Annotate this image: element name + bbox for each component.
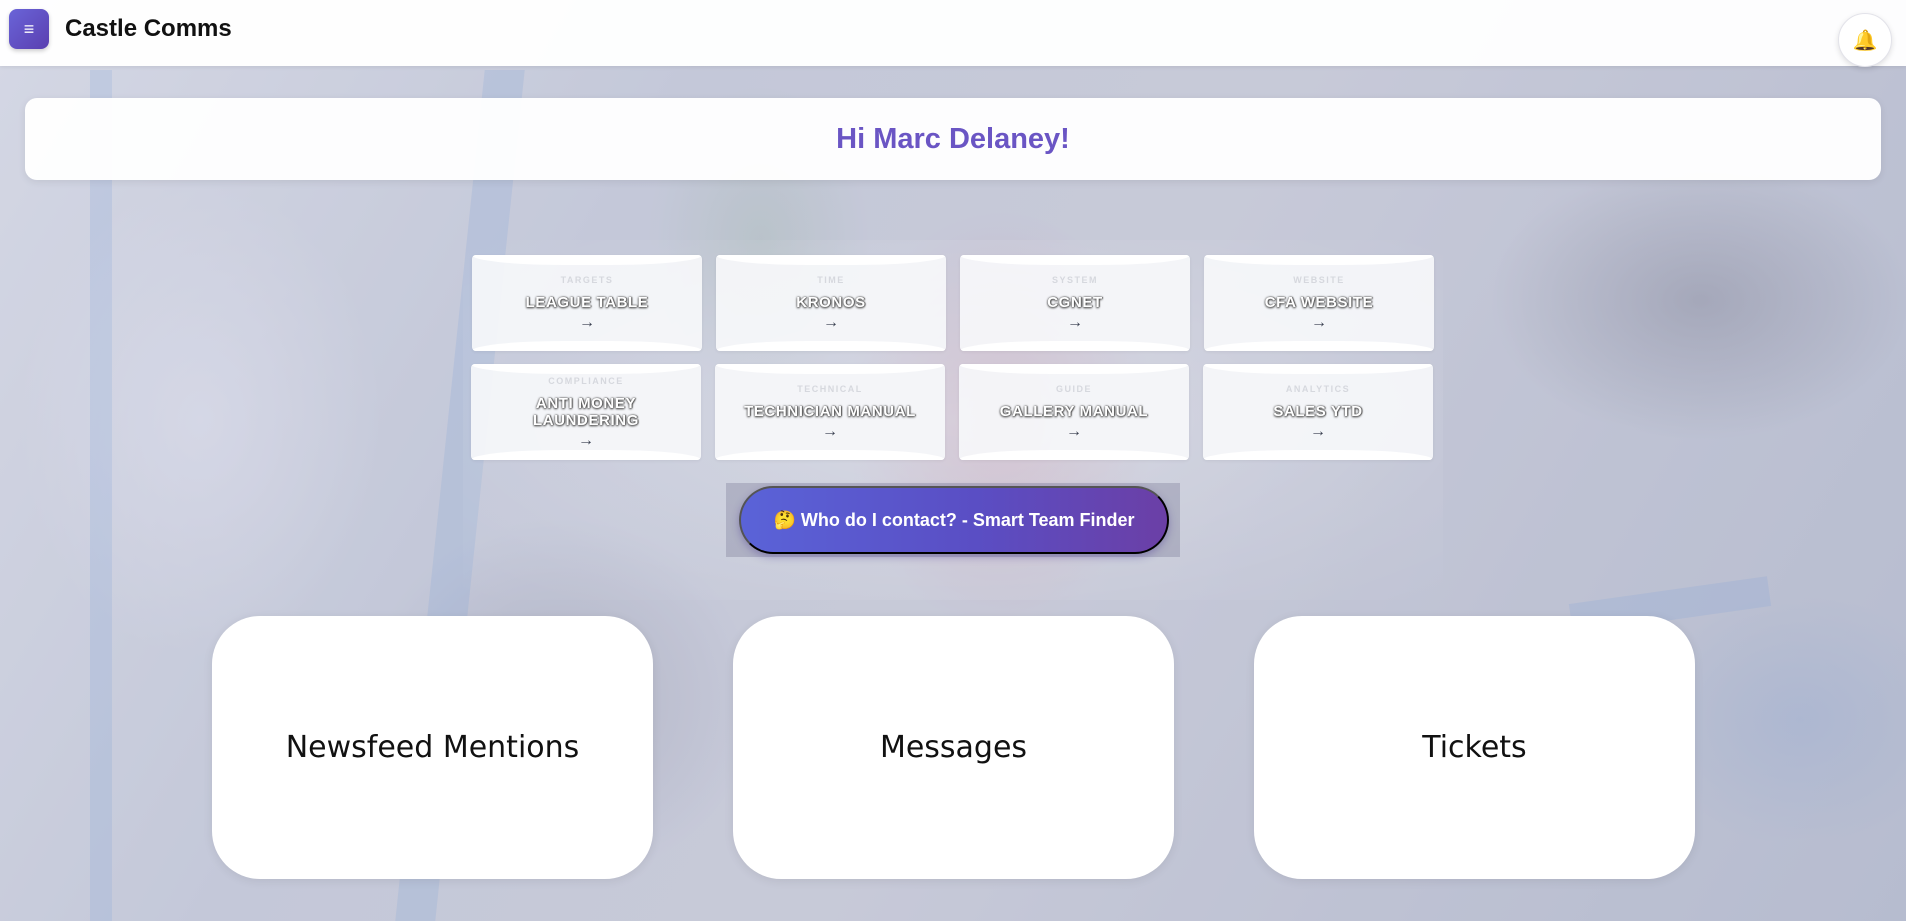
greeting-card: Hi Marc Delaney! xyxy=(25,98,1881,180)
tile-league-table[interactable]: TARGETS LEAGUE TABLE → xyxy=(472,255,702,351)
app-title: Castle Comms xyxy=(65,15,232,42)
tile-label: ANTI MONEY LAUNDERING xyxy=(533,394,639,429)
smart-team-finder-button[interactable]: 🤔 Who do I contact? - Smart Team Finder xyxy=(739,486,1169,554)
tile-category: TARGETS xyxy=(560,275,614,285)
card-title: Messages xyxy=(879,730,1028,765)
team-finder-container: 🤔 Who do I contact? - Smart Team Finder xyxy=(726,483,1180,557)
tickets-card[interactable]: Tickets xyxy=(1254,616,1695,879)
tile-category: COMPLIANCE xyxy=(548,375,624,386)
tile-category: WEBSITE xyxy=(1293,275,1345,285)
tile-label: CGNET xyxy=(1047,294,1103,311)
tile-cfa-website[interactable]: WEBSITE CFA WEBSITE → xyxy=(1204,255,1434,351)
card-title: Tickets xyxy=(1422,730,1527,765)
greeting-text: Hi Marc Delaney! xyxy=(836,122,1070,155)
arrow-right-icon: → xyxy=(823,314,839,331)
arrow-right-icon: → xyxy=(1310,423,1326,440)
tile-technician-manual[interactable]: TECHNICAL TECHNICIAN MANUAL → xyxy=(715,364,945,460)
bell-icon: 🔔 xyxy=(1852,29,1878,52)
tile-cgnet[interactable]: SYSTEM CGNET → xyxy=(960,255,1190,351)
arrow-right-icon: → xyxy=(579,314,595,331)
tile-label: GALLERY MANUAL xyxy=(999,403,1149,420)
arrow-right-icon: → xyxy=(1311,314,1327,331)
arrow-right-icon: → xyxy=(822,423,838,440)
tile-gallery-manual[interactable]: GUIDE GALLERY MANUAL → xyxy=(959,364,1189,460)
tile-label: SALES YTD xyxy=(1273,403,1363,420)
tile-category: SYSTEM xyxy=(1051,275,1098,285)
card-title: Newsfeed Mentions xyxy=(285,730,580,765)
arrow-right-icon: → xyxy=(1066,423,1082,440)
tile-category: TIME xyxy=(817,275,845,285)
hamburger-icon: ≡ xyxy=(23,18,35,39)
arrow-right-icon: → xyxy=(1067,314,1083,331)
messages-card[interactable]: Messages xyxy=(733,616,1174,879)
tile-label: CFA WEBSITE xyxy=(1264,294,1374,311)
tile-anti-money-laundering[interactable]: COMPLIANCE ANTI MONEY LAUNDERING → xyxy=(471,364,701,460)
tile-kronos[interactable]: TIME KRONOS → xyxy=(716,255,946,351)
top-bar: ≡ Castle Comms xyxy=(0,0,1906,66)
tile-label: LEAGUE TABLE xyxy=(525,294,649,311)
notifications-button[interactable]: 🔔 xyxy=(1838,13,1892,67)
menu-button[interactable]: ≡ xyxy=(9,9,49,49)
tile-category: ANALYTICS xyxy=(1285,384,1351,394)
tile-category: GUIDE xyxy=(1055,384,1092,394)
tile-sales-ytd[interactable]: ANALYTICS SALES YTD → xyxy=(1203,364,1433,460)
tile-label: TECHNICIAN MANUAL xyxy=(744,403,916,420)
tile-label: KRONOS xyxy=(796,294,866,311)
newsfeed-mentions-card[interactable]: Newsfeed Mentions xyxy=(212,616,653,879)
arrow-right-icon: → xyxy=(578,431,594,449)
tile-category: TECHNICAL xyxy=(797,384,863,394)
